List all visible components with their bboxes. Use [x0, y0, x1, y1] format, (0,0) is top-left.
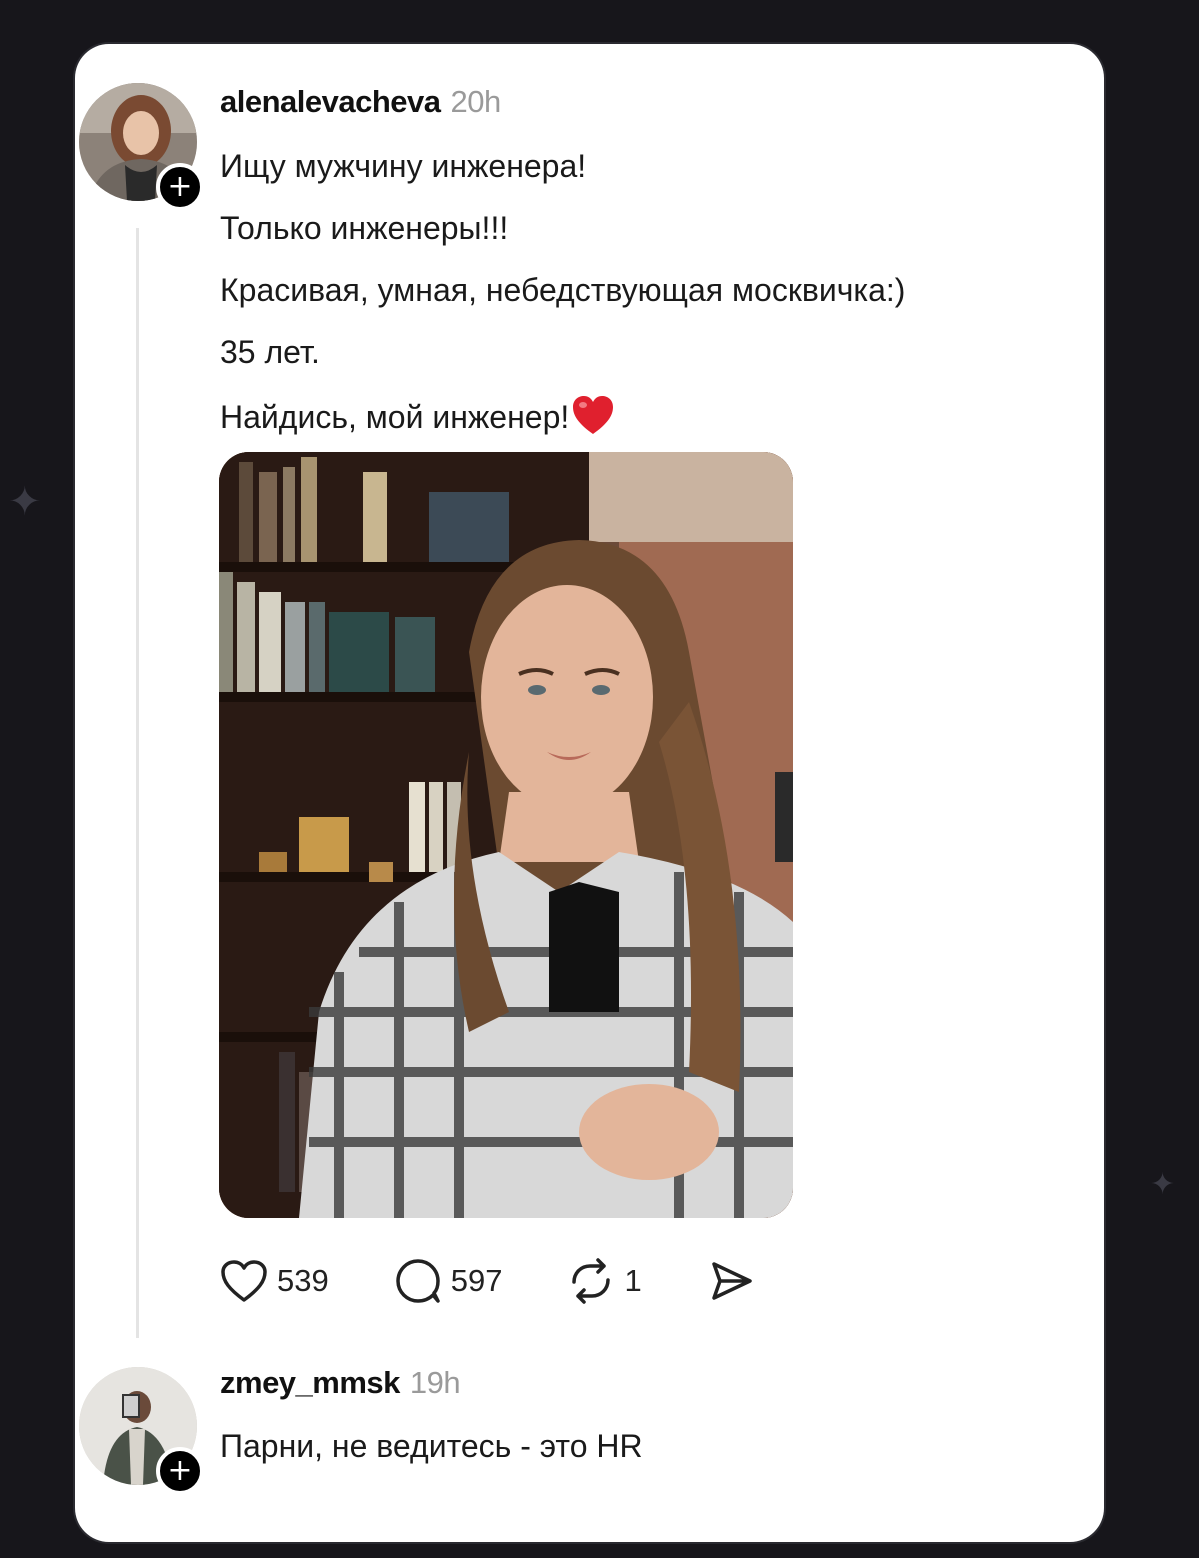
post-line: Красивая, умная, небедствующая москвичка…	[220, 272, 906, 308]
post-line: 35 лет.	[220, 334, 320, 370]
post-photo-image	[219, 452, 793, 1218]
reply-username[interactable]: zmey_mmsk	[220, 1365, 400, 1400]
heart-icon	[221, 1260, 267, 1302]
reply-follow-plus-icon[interactable]: +	[156, 1447, 204, 1495]
red-heart-emoji	[571, 394, 615, 445]
thread-connector-line	[136, 228, 139, 1338]
follow-plus-icon[interactable]: +	[156, 163, 204, 211]
reply-timestamp: 19h	[409, 1365, 461, 1400]
post-line: Только инженеры!!!	[220, 210, 509, 246]
author-username[interactable]: alenalevacheva	[220, 84, 441, 119]
like-count: 539	[277, 1263, 329, 1298]
share-button[interactable]	[706, 1258, 764, 1304]
reply-header: zmey_mmsk 19h	[220, 1365, 461, 1401]
reply-body: Парни, не ведитесь - это HR	[220, 1428, 643, 1464]
comment-count: 597	[450, 1263, 503, 1298]
post-line: Найдись, мой инженер!	[220, 398, 570, 435]
sparkle-decoration: ✦	[8, 480, 42, 524]
post-body: Ищу мужчину инженера! Только инженеры!!!…	[220, 146, 905, 456]
comment-button[interactable]: 597	[393, 1258, 503, 1304]
send-icon	[711, 1262, 752, 1300]
sparkle-decoration: ✦	[1150, 1168, 1176, 1201]
repost-count: 1	[624, 1263, 642, 1298]
repost-icon	[572, 1258, 611, 1304]
post-header: alenalevacheva 20h	[220, 84, 501, 120]
like-button[interactable]: 539	[219, 1258, 329, 1304]
post-actions: 539 597 1	[219, 1256, 828, 1306]
post-line: Ищу мужчину инженера!	[220, 148, 587, 184]
post-photo[interactable]	[219, 452, 793, 1218]
repost-button[interactable]: 1	[566, 1258, 642, 1304]
post-timestamp: 20h	[450, 84, 502, 119]
post-line-last: Найдись, мой инженер!	[220, 394, 905, 456]
comment-bubble-icon	[395, 1259, 440, 1303]
